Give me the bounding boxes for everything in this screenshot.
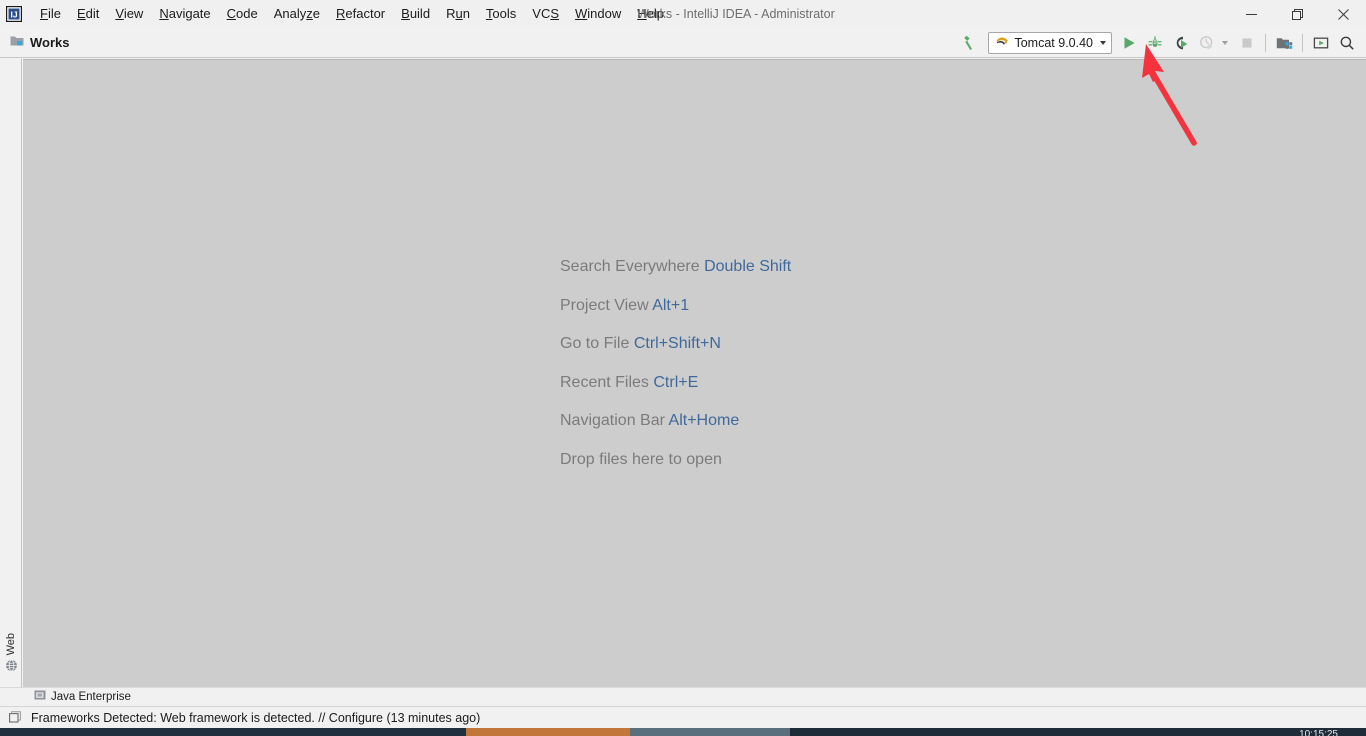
- main-toolbar: Works Tomcat 9.0.40: [0, 28, 1366, 58]
- hint-row-search-everywhere: Search Everywhere Double Shift: [560, 256, 791, 278]
- run-with-coverage-button[interactable]: [1168, 30, 1194, 56]
- facet-item-java-enterprise[interactable]: Java Enterprise: [34, 688, 131, 706]
- toolbar-actions: Tomcat 9.0.40: [956, 28, 1360, 58]
- hammer-build-icon[interactable]: [956, 30, 982, 56]
- menu-mnemonic: E: [76, 5, 86, 21]
- facet-status-bar: Java Enterprise: [0, 687, 1366, 706]
- menu-item-navigate[interactable]: Navigate: [151, 3, 218, 26]
- hint-row-project-view: Project View Alt+1: [560, 295, 791, 317]
- project-folder-icon: [10, 34, 24, 52]
- project-chip[interactable]: Works: [10, 34, 70, 52]
- menu-item-window[interactable]: Window: [567, 3, 629, 26]
- editor-hints-list: Search Everywhere Double Shift Project V…: [560, 256, 791, 471]
- event-log-icon[interactable]: [9, 711, 22, 724]
- menu-mnemonic: u: [455, 5, 463, 21]
- hint-action-label: Project View: [560, 296, 649, 314]
- os-taskbar: [0, 728, 1366, 736]
- run-configuration-selector[interactable]: Tomcat 9.0.40: [988, 32, 1112, 54]
- hint-shortcut-label: Double Shift: [704, 258, 792, 275]
- menu-item-build[interactable]: Build: [393, 3, 438, 26]
- tool-window-button-web[interactable]: Web: [0, 633, 22, 677]
- hint-shortcut-label: Ctrl+Shift+N: [633, 335, 721, 352]
- hint-action-label: Navigation Bar: [560, 412, 665, 429]
- window-title: Works - IntelliJ IDEA - Administrator: [637, 7, 835, 21]
- intellij-idea-logo-icon: IJ: [0, 0, 28, 28]
- project-structure-button[interactable]: [1271, 30, 1297, 56]
- taskbar-segment-0: [0, 728, 466, 736]
- hint-action-label: Recent Files: [560, 373, 649, 391]
- main-content-area: Web Search Everywhere Double Shift Proje…: [0, 59, 1366, 687]
- window-controls: [1228, 0, 1366, 28]
- search-button[interactable]: [1334, 30, 1360, 56]
- taskbar-segment-2[interactable]: [630, 728, 790, 736]
- hint-row-go-to-file: Go to File Ctrl+Shift+N: [560, 333, 791, 355]
- hint-shortcut-label: Alt+Home: [668, 412, 740, 429]
- restore-icon[interactable]: [1274, 0, 1320, 28]
- svg-text:IJ: IJ: [10, 10, 17, 20]
- intellij-idea-window: IJ File Edit View Navigate Code Analyze Refact…: [0, 0, 1366, 736]
- menu-item-file[interactable]: File: [32, 3, 69, 26]
- run-configuration-label: Tomcat 9.0.40: [1014, 36, 1093, 50]
- menu-mnemonic: S: [550, 5, 560, 21]
- menu-item-refactor[interactable]: Refactor: [328, 3, 393, 26]
- left-tool-window-bar: Web: [0, 59, 22, 687]
- hint-shortcut-label: Ctrl+E: [653, 373, 699, 391]
- hint-row-recent-files: Recent Files Ctrl+E: [560, 372, 791, 394]
- menu-mnemonic: V: [115, 5, 124, 21]
- menu-item-vcs[interactable]: VCS: [524, 3, 567, 26]
- empty-editor-area[interactable]: Search Everywhere Double Shift Project V…: [23, 59, 1366, 687]
- hint-shortcut-label: Alt+1: [652, 296, 690, 314]
- debug-button[interactable]: [1142, 30, 1168, 56]
- menu-mnemonic: R: [336, 5, 346, 21]
- hint-row-navigation-bar: Navigation Bar Alt+Home: [560, 410, 791, 432]
- tool-window-label: Web: [5, 632, 17, 655]
- run-button[interactable]: [1116, 30, 1142, 56]
- title-bar: IJ File Edit View Navigate Code Analyze Refact…: [0, 0, 1366, 28]
- hint-row-drop-files: Drop files here to open: [560, 449, 791, 471]
- menu-mnemonic: B: [401, 5, 410, 21]
- menu-item-code[interactable]: Code: [219, 3, 266, 26]
- menu-mnemonic: F: [40, 5, 48, 21]
- profile-button: [1194, 30, 1220, 56]
- hint-action-label: Search Everywhere: [560, 258, 700, 275]
- menu-mnemonic: T: [485, 5, 493, 21]
- hint-action-label: Go to File: [560, 335, 630, 352]
- menu-mnemonic: C: [226, 5, 237, 21]
- menu-item-run[interactable]: Run: [438, 3, 478, 26]
- menu-mnemonic: z: [306, 5, 313, 21]
- project-name-label: Works: [30, 35, 70, 50]
- chevron-down-icon[interactable]: [1100, 41, 1106, 45]
- toolbar-divider: [1265, 34, 1266, 52]
- close-icon[interactable]: [1320, 0, 1366, 28]
- notification-message[interactable]: Frameworks Detected: Web framework is de…: [31, 711, 480, 725]
- menu-mnemonic: N: [159, 5, 169, 21]
- menu-mnemonic: W: [575, 5, 588, 21]
- tomcat-cat-icon: [995, 34, 1009, 52]
- java-enterprise-module-icon: [34, 688, 46, 706]
- menu-item-tools[interactable]: Tools: [478, 3, 524, 26]
- hint-action-label: Drop files here to open: [560, 450, 722, 468]
- stop-button: [1234, 30, 1260, 56]
- notification-status-bar: Frameworks Detected: Web framework is de…: [0, 706, 1366, 728]
- menu-item-edit[interactable]: Edit: [69, 3, 107, 26]
- taskbar-segment-3: [790, 728, 1366, 736]
- taskbar-segment-1[interactable]: [466, 728, 630, 736]
- minimize-icon[interactable]: [1228, 0, 1274, 28]
- web-globe-icon: [5, 659, 18, 677]
- facet-label: Java Enterprise: [51, 691, 131, 703]
- menu-item-analyze[interactable]: Analyze: [266, 3, 328, 26]
- profile-dropdown-chevron-down-icon: [1222, 41, 1228, 45]
- taskbar-clock: 10:15:25: [1299, 729, 1338, 736]
- menu-item-view[interactable]: View: [107, 3, 151, 26]
- menu-bar: File Edit View Navigate Code Analyze Refactor B…: [32, 0, 672, 28]
- update-application-button[interactable]: [1308, 30, 1334, 56]
- toolbar-divider-2: [1302, 34, 1303, 52]
